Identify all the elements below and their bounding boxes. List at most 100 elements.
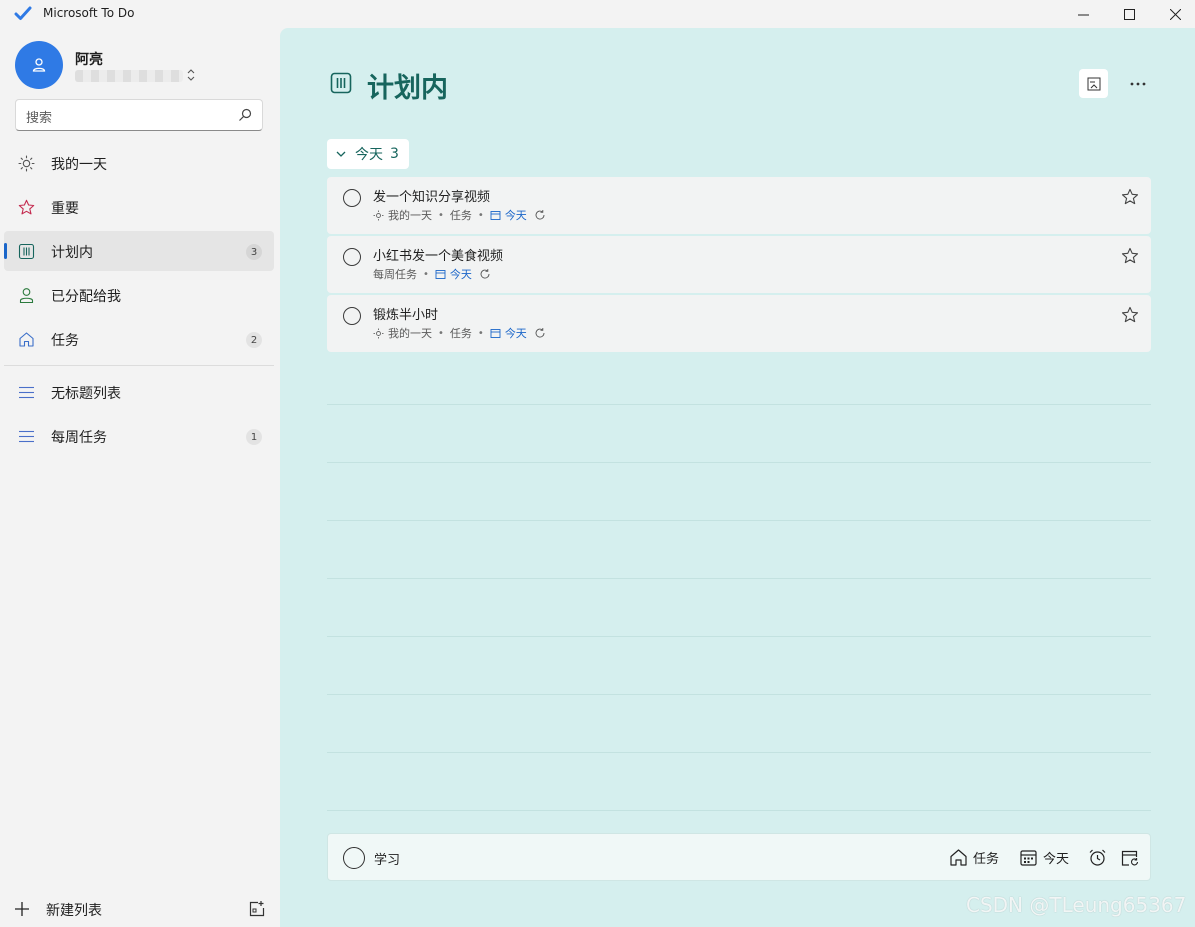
sidebar-divider xyxy=(4,365,274,366)
star-icon[interactable] xyxy=(1121,247,1139,265)
watermark: CSDN @TLeung65367 xyxy=(966,893,1187,917)
minimize-button[interactable] xyxy=(1060,0,1106,28)
new-group-icon[interactable] xyxy=(248,900,266,918)
sidebar-item-weekly-tasks[interactable]: 每周任务 1 xyxy=(4,416,274,456)
task-title[interactable]: 小红书发一个美食视频 xyxy=(373,245,503,264)
sidebar-item-planned[interactable]: 计划内 3 xyxy=(4,231,274,271)
calendar-icon xyxy=(435,269,446,279)
plus-icon xyxy=(15,902,29,916)
task-due-label: 今天 xyxy=(504,209,527,222)
task-list-label: 每周任务 xyxy=(373,268,417,281)
add-task-due-button[interactable]: 今天 xyxy=(1019,847,1069,867)
person-icon xyxy=(19,288,34,304)
sidebar-item-label: 重要 xyxy=(51,201,79,217)
star-icon[interactable] xyxy=(1121,306,1139,324)
add-task-list-button[interactable]: 任务 xyxy=(949,847,999,867)
task-complete-checkbox[interactable] xyxy=(343,307,361,325)
task-meta: 我的一天 • 任务 • 今天 xyxy=(373,208,546,222)
search-icon[interactable] xyxy=(238,108,252,122)
new-list-button[interactable]: 新建列表 xyxy=(14,898,102,920)
suggestions-button[interactable] xyxy=(1079,69,1108,98)
task-my-day-label: 我的一天 xyxy=(388,209,432,222)
separator-dot: • xyxy=(477,209,484,221)
calendar-grid-icon xyxy=(330,72,352,94)
separator-dot: • xyxy=(438,209,444,221)
app-title: Microsoft To Do xyxy=(43,6,135,20)
calendar-icon xyxy=(490,328,501,338)
calendar-icon xyxy=(490,210,501,220)
task-item[interactable]: 小红书发一个美食视频 每周任务 • 今天 xyxy=(327,236,1151,293)
task-due-label: 今天 xyxy=(504,327,527,340)
page-title: 计划内 xyxy=(367,73,448,104)
sidebar-item-label: 我的一天 xyxy=(51,157,107,173)
person-icon xyxy=(32,58,46,72)
chevron-down-icon xyxy=(336,151,346,157)
group-header-today[interactable]: 今天 3 xyxy=(327,139,409,169)
task-list-label: 任务 xyxy=(449,327,472,340)
add-task-bar[interactable]: 学习 任务 今天 xyxy=(327,833,1151,881)
count-badge: 1 xyxy=(246,429,262,445)
suggestions-icon xyxy=(1087,77,1100,90)
task-title[interactable]: 发一个知识分享视频 xyxy=(373,186,490,205)
count-badge: 3 xyxy=(246,244,262,260)
separator-dot: • xyxy=(423,268,429,280)
main-panel: 计划内 今天 3 发一个知识分享视频 我的一天 • 任务 • 今天 小红书发一个… xyxy=(280,28,1195,927)
close-icon xyxy=(1169,8,1181,20)
search-box[interactable]: 搜索 xyxy=(15,99,263,131)
task-complete-checkbox[interactable] xyxy=(343,189,361,207)
star-icon[interactable] xyxy=(1121,188,1139,206)
task-due-label: 今天 xyxy=(449,268,472,281)
separator-dot: • xyxy=(477,327,484,339)
add-task-input[interactable]: 学习 xyxy=(374,849,400,868)
task-complete-checkbox[interactable] xyxy=(343,248,361,266)
task-item[interactable]: 发一个知识分享视频 我的一天 • 任务 • 今天 xyxy=(327,177,1151,234)
separator-dot: • xyxy=(438,327,444,339)
count-badge: 2 xyxy=(246,332,262,348)
list-rule xyxy=(327,404,1151,405)
group-count: 3 xyxy=(390,146,399,162)
add-task-circle[interactable] xyxy=(343,847,365,869)
sidebar-item-label: 计划内 xyxy=(51,245,93,261)
account-email-blurred[interactable] xyxy=(75,70,183,82)
star-icon xyxy=(18,199,35,215)
task-title[interactable]: 锻炼半小时 xyxy=(373,304,438,323)
avatar[interactable] xyxy=(15,41,63,89)
repeat-icon xyxy=(535,328,545,338)
app-logo-icon xyxy=(14,6,32,20)
add-task-reminder-button[interactable] xyxy=(1088,847,1112,867)
home-icon xyxy=(950,848,967,866)
sidebar-item-untitled-list[interactable]: 无标题列表 xyxy=(4,372,274,412)
repeat-icon xyxy=(480,269,490,279)
sun-icon xyxy=(373,210,384,220)
close-button[interactable] xyxy=(1152,0,1195,28)
list-rule xyxy=(327,694,1151,695)
task-list-label: 任务 xyxy=(449,209,472,222)
list-rule xyxy=(327,810,1151,811)
minimize-icon xyxy=(1077,14,1089,15)
maximize-button[interactable] xyxy=(1106,0,1152,28)
search-input[interactable]: 搜索 xyxy=(26,107,52,126)
list-rule xyxy=(327,520,1151,521)
add-task-due-label: 今天 xyxy=(1043,851,1070,867)
sun-icon xyxy=(373,328,384,338)
chevron-up-down-icon[interactable] xyxy=(186,68,196,82)
sidebar-item-label: 无标题列表 xyxy=(51,386,121,402)
account-name[interactable]: 阿亮 xyxy=(75,49,103,69)
sidebar-item-my-day[interactable]: 我的一天 xyxy=(4,143,274,183)
sidebar-item-assigned[interactable]: 已分配给我 xyxy=(4,275,274,315)
list-icon xyxy=(19,430,34,443)
sun-icon xyxy=(18,155,35,172)
sidebar-item-label: 每周任务 xyxy=(51,430,107,446)
sidebar-item-tasks[interactable]: 任务 2 xyxy=(4,319,274,359)
calendar-grid-icon xyxy=(18,243,35,260)
add-task-repeat-button[interactable] xyxy=(1120,847,1144,867)
task-meta: 我的一天 • 任务 • 今天 xyxy=(373,326,546,340)
task-my-day-label: 我的一天 xyxy=(388,327,432,340)
sidebar-item-label: 任务 xyxy=(51,333,79,349)
task-item[interactable]: 锻炼半小时 我的一天 • 任务 • 今天 xyxy=(327,295,1151,352)
repeat-icon xyxy=(535,210,545,220)
more-options-button[interactable] xyxy=(1123,69,1152,98)
calendar-icon xyxy=(1020,849,1037,866)
sidebar-item-important[interactable]: 重要 xyxy=(4,187,274,227)
calendar-repeat-icon xyxy=(1121,850,1139,866)
